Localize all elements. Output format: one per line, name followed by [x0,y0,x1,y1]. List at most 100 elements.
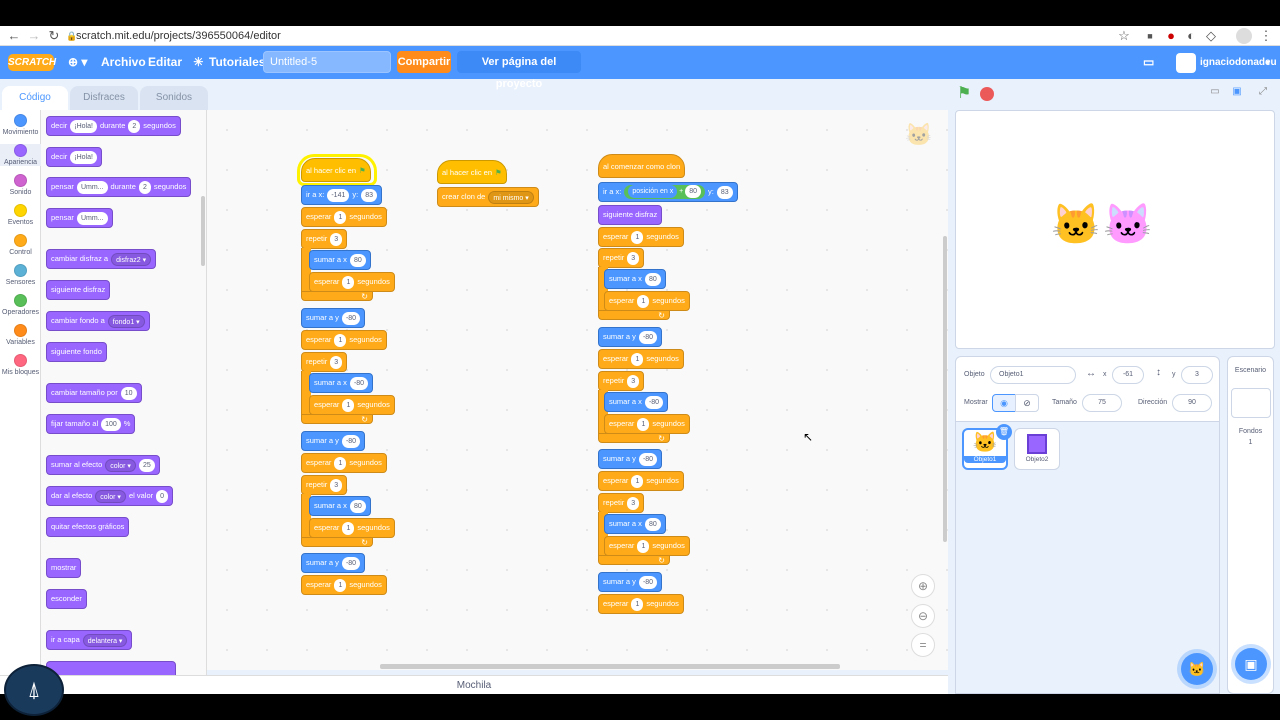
block-change-y[interactable]: sumar a y -80 [598,572,663,592]
menu-edit[interactable]: Editar [148,46,182,79]
block-repeat[interactable]: repetir 3 [301,229,348,249]
block-change-x[interactable]: sumar a x 80 [604,269,666,289]
category-sensing[interactable]: Sensores [0,264,41,286]
x-position-reporter[interactable]: posición en x [628,185,678,198]
block-set-effect[interactable]: dar al efecto color ▾ el valor 0 [46,486,174,506]
green-flag-icon[interactable]: ⚑ [957,83,971,103]
block-wait[interactable]: esperar 1 segundos [301,453,387,473]
star-icon[interactable]: ☆ [1116,28,1132,44]
block-input[interactable]: 3 [627,251,640,265]
globe-icon[interactable]: ⊕ ▾ [68,46,87,79]
block-think[interactable]: pensar Umm... [46,208,113,228]
user-avatar[interactable] [1176,53,1196,73]
block-input[interactable]: 3 [627,374,640,388]
block-input[interactable]: -80 [644,395,664,409]
fullscreen-icon[interactable]: ⤢ [1255,86,1271,102]
direction-input[interactable]: 90 [1172,394,1212,412]
block-repeat[interactable]: repetir 3 [598,248,645,268]
block-input[interactable]: ¡Hola! [70,119,97,133]
block-input[interactable]: Umm... [76,180,108,194]
block-input[interactable]: -80 [638,452,658,466]
size-input[interactable]: 75 [1082,394,1122,412]
effect-dropdown[interactable]: color ▾ [105,458,136,472]
stage-selector[interactable]: Escenario Fondos 1 ▣ [1227,356,1274,694]
block-input[interactable]: 3 [330,478,343,492]
category-sound[interactable]: Sonido [0,174,41,196]
project-title-input[interactable]: Untitled-5 [263,51,391,73]
zoom-reset-icon[interactable]: = [911,633,935,657]
extension-icon[interactable]: ◇ [1203,28,1219,44]
tab-sounds[interactable]: Sonidos [140,86,208,110]
block-input[interactable]: 1 [637,417,650,431]
block-clear-effects[interactable]: quitar efectos gráficos [46,517,130,537]
block-wait[interactable]: esperar 1 segundos [604,536,690,556]
block-create-clone[interactable]: crear clon de mi mismo ▾ [437,187,539,207]
block-input[interactable]: 25 [138,458,155,472]
delete-sprite-icon[interactable]: 🗑 [996,424,1012,440]
block-input[interactable]: 3 [330,232,343,246]
zoom-out-icon[interactable]: ⊖ [911,604,935,628]
block-input[interactable]: 0 [156,489,169,503]
block-input[interactable]: 1 [342,521,355,535]
layer-dropdown[interactable]: delantera ▾ [82,633,128,647]
block-go-layer[interactable]: ir a capa delantera ▾ [46,630,133,650]
block-next-costume[interactable]: siguiente disfraz [46,280,111,300]
stage-canvas[interactable]: 🐱 🐱 [955,110,1275,349]
block-change-x[interactable]: sumar a x -80 [309,373,374,393]
block-say[interactable]: decir ¡Hola! [46,147,102,167]
block-wait[interactable]: esperar 1 segundos [301,207,387,227]
x-input[interactable]: -61 [1112,366,1144,384]
block-change-y[interactable]: sumar a y -80 [301,431,366,451]
block-goto-xy[interactable]: ir a x: -141 y: 83 [301,185,382,205]
block-input[interactable]: 1 [342,398,355,412]
block-input[interactable]: 1 [334,456,347,470]
sprite-thumb-objeto2[interactable]: Objeto2 [1014,428,1060,470]
block-repeat[interactable]: repetir 3 [301,352,348,372]
backpack-panel[interactable]: Mochila [0,675,948,694]
y-input[interactable]: 3 [1181,366,1213,384]
block-input[interactable]: 3 [627,496,640,510]
see-project-page-button[interactable]: Ver página del proyecto [457,51,581,90]
chevron-down-icon[interactable]: ▾ [1266,46,1270,79]
block-input[interactable]: 1 [334,333,347,347]
operator-add-reporter[interactable]: posición en x + 80 [624,185,705,199]
block-input[interactable]: 1 [334,210,347,224]
block-wait[interactable]: esperar 1 segundos [604,414,690,434]
scratch-logo[interactable]: SCRATCH [8,54,56,71]
block-input[interactable]: 2 [138,180,151,194]
normal-stage-icon[interactable]: ▣ [1229,86,1245,102]
category-looks[interactable]: Apariencia [0,144,41,166]
block-input[interactable]: 2 [128,119,141,133]
block-wait[interactable]: esperar 1 segundos [598,471,684,491]
folder-icon[interactable]: ▭ [1143,46,1154,79]
category-motion[interactable]: Movimiento [0,114,41,136]
block-say-for[interactable]: decir ¡Hola! durante 2 segundos [46,116,181,136]
block-change-y[interactable]: sumar a y -80 [598,449,663,469]
block-wait[interactable]: esperar 1 segundos [301,575,387,595]
stop-icon[interactable] [980,87,994,101]
block-input[interactable]: Umm... [76,211,108,225]
category-my-blocks[interactable]: Mis bloques [0,354,41,376]
cat-sprite-orange[interactable]: 🐱 [1051,201,1101,248]
share-button[interactable]: Compartir [397,51,451,73]
block-input[interactable]: 80 [644,272,661,286]
block-wait[interactable]: esperar 1 segundos [598,594,684,614]
tab-code[interactable]: Código [2,86,68,110]
block-show[interactable]: mostrar [46,558,82,578]
block-switch-backdrop[interactable]: cambiar fondo a fondo1 ▾ [46,311,150,331]
block-input[interactable]: 80 [349,499,366,513]
block-input[interactable]: 83 [716,185,733,199]
add-sprite-icon[interactable]: 🐱 [1181,653,1213,685]
block-switch-costume[interactable]: cambiar disfraz a disfraz2 ▾ [46,249,157,269]
extension-icon[interactable]: ◐ [1183,28,1199,44]
block-wait[interactable]: esperar 1 segundos [309,395,395,415]
block-input[interactable]: 1 [334,578,347,592]
effect-dropdown[interactable]: color ▾ [95,489,126,503]
block-input[interactable]: 80 [685,185,701,198]
block-input[interactable]: ¡Hola! [70,150,97,164]
block-repeat[interactable]: repetir 3 [598,371,645,391]
category-operators[interactable]: Operadores [0,294,41,316]
block-input[interactable]: -80 [341,434,361,448]
block-input[interactable]: -80 [341,556,361,570]
reload-icon[interactable]: ↻ [46,28,62,44]
